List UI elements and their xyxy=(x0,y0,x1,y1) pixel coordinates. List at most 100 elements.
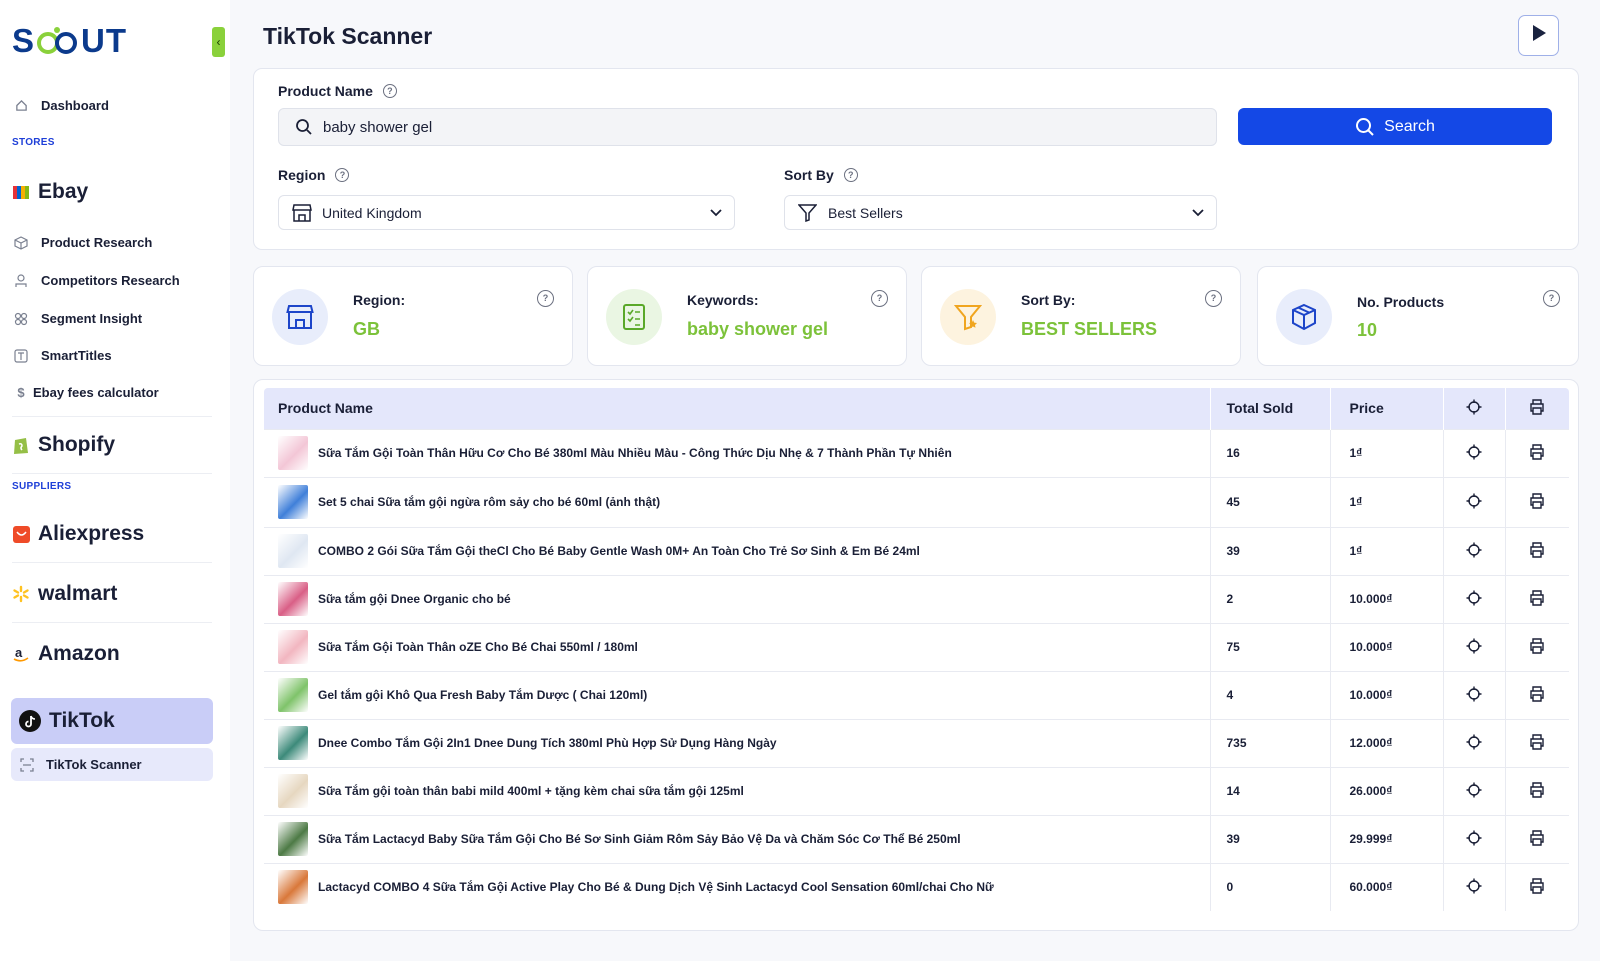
nav-tiktok-scanner[interactable]: TikTok Scanner xyxy=(11,748,213,781)
product-name-cell[interactable]: COMBO 2 Gói Sữa Tắm Gội theCl Cho Bé Bab… xyxy=(264,526,1211,575)
nav-product-research[interactable]: Product Research xyxy=(14,235,152,250)
print-button[interactable] xyxy=(1505,428,1569,477)
table-row[interactable]: Sữa tắm gội Dnee Organic cho bé 2 10.000₫ xyxy=(264,574,1569,623)
col-product-name[interactable]: Product Name xyxy=(264,388,1211,429)
print-button[interactable] xyxy=(1505,476,1569,527)
supplier-aliexpress[interactable]: Aliexpress xyxy=(12,522,144,546)
product-thumbnail[interactable] xyxy=(278,630,308,664)
store-ebay[interactable]: Ebay xyxy=(12,180,88,204)
stat-keywords-label: Keywords: xyxy=(687,292,759,308)
product-name-cell[interactable]: Sữa Tắm Gội Toàn Thân Hữu Cơ Cho Bé 380m… xyxy=(264,428,1211,477)
stat-card-sort-by: Sort By: BEST SELLERS ? xyxy=(921,266,1241,366)
play-button[interactable] xyxy=(1518,15,1559,56)
help-icon[interactable]: ? xyxy=(871,289,888,307)
nav-product-research-label: Product Research xyxy=(41,235,153,250)
price-cell: 10.000₫ xyxy=(1330,574,1444,623)
table-row[interactable]: Sữa Tắm Gội Toàn Thân Hữu Cơ Cho Bé 380m… xyxy=(264,428,1569,477)
print-button[interactable] xyxy=(1505,766,1569,815)
nav-smarttitles[interactable]: SmartTitles xyxy=(14,348,112,363)
product-thumbnail[interactable] xyxy=(278,870,308,905)
total-sold-cell: 2 xyxy=(1210,574,1331,623)
help-icon[interactable]: ? xyxy=(537,289,554,307)
product-name-cell[interactable]: Sữa tắm gội Dnee Organic cho bé xyxy=(264,574,1211,623)
product-name-cell[interactable]: Sữa Tắm Gội Toàn Thân oZE Cho Bé Chai 55… xyxy=(264,622,1211,671)
product-thumbnail[interactable] xyxy=(278,774,308,808)
nav-dashboard[interactable]: Dashboard xyxy=(14,98,109,113)
product-thumbnail[interactable] xyxy=(278,822,308,856)
crosshair-icon xyxy=(1466,734,1482,750)
print-button[interactable] xyxy=(1505,670,1569,719)
collapse-sidebar-button[interactable]: ‹ xyxy=(212,27,225,57)
supplier-walmart[interactable]: walmart xyxy=(12,582,117,606)
table-row[interactable]: Sữa Tắm gội toàn thân babi mild 400ml + … xyxy=(264,766,1569,815)
locate-button[interactable] xyxy=(1443,526,1506,575)
table-row[interactable]: Sữa Tắm Lactacyd Baby Sữa Tắm Gội Cho Bé… xyxy=(264,814,1569,863)
locate-button[interactable] xyxy=(1443,476,1506,527)
nav-ebay-fees-calculator[interactable]: $ Ebay fees calculator xyxy=(14,385,158,400)
stat-sort-label: Sort By: xyxy=(1021,292,1076,308)
nav-segment-insight[interactable]: Segment Insight xyxy=(14,311,142,326)
scout-logo[interactable]: S UT xyxy=(12,18,127,64)
locate-button[interactable] xyxy=(1443,574,1506,623)
print-button[interactable] xyxy=(1505,622,1569,671)
col-price[interactable]: Price xyxy=(1330,388,1444,429)
locate-button[interactable] xyxy=(1443,718,1506,767)
print-button[interactable] xyxy=(1505,526,1569,575)
nav-competitors-research[interactable]: Competitors Research xyxy=(14,273,180,288)
print-button[interactable] xyxy=(1505,814,1569,863)
table-row[interactable]: Gel tắm gội Khô Qua Fresh Baby Tắm Dược … xyxy=(264,670,1569,719)
locate-button[interactable] xyxy=(1443,814,1506,863)
price-cell: 12.000₫ xyxy=(1330,718,1444,767)
product-name-cell[interactable]: Set 5 chai Sữa tắm gội ngừa rôm sảy cho … xyxy=(264,476,1211,527)
nav-tiktok[interactable]: TikTok xyxy=(11,698,213,744)
locate-button[interactable] xyxy=(1443,766,1506,815)
table-row[interactable]: COMBO 2 Gói Sữa Tắm Gội theCl Cho Bé Bab… xyxy=(264,526,1569,575)
help-icon[interactable]: ? xyxy=(1205,289,1222,307)
region-select[interactable]: United Kingdom xyxy=(278,195,735,230)
search-button[interactable]: Search xyxy=(1238,108,1552,145)
table-row[interactable]: Dnee Combo Tắm Gội 2In1 Dnee Dung Tích 3… xyxy=(264,718,1569,767)
product-thumbnail[interactable] xyxy=(278,485,308,519)
print-button[interactable] xyxy=(1505,718,1569,767)
product-name-input[interactable]: baby shower gel xyxy=(278,108,1217,146)
stat-products-value: 10 xyxy=(1357,320,1378,340)
printer-icon xyxy=(1529,589,1545,606)
stat-region-label: Region: xyxy=(353,292,406,308)
product-name-text: Dnee Combo Tắm Gội 2In1 Dnee Dung Tích 3… xyxy=(318,736,777,750)
printer-icon xyxy=(1529,733,1545,750)
table-row[interactable]: Set 5 chai Sữa tắm gội ngừa rôm sảy cho … xyxy=(264,476,1569,527)
sort-by-select[interactable]: Best Sellers xyxy=(784,195,1217,230)
table-row[interactable]: Lactacyd COMBO 4 Sữa Tắm Gội Active Play… xyxy=(264,862,1569,911)
product-name-cell[interactable]: Dnee Combo Tắm Gội 2In1 Dnee Dung Tích 3… xyxy=(264,718,1211,767)
box-icon xyxy=(1276,289,1332,345)
supplier-amazon[interactable]: a Amazon xyxy=(12,642,120,666)
product-thumbnail[interactable] xyxy=(278,436,308,470)
help-icon[interactable]: ? xyxy=(382,84,397,98)
product-name-label: Product Name? xyxy=(278,83,397,99)
help-icon[interactable]: ? xyxy=(843,168,858,182)
print-button[interactable] xyxy=(1505,862,1569,911)
locate-button[interactable] xyxy=(1443,622,1506,671)
help-icon[interactable]: ? xyxy=(1543,289,1560,307)
product-thumbnail[interactable] xyxy=(278,582,308,616)
product-name-cell[interactable]: Sữa Tắm gội toàn thân babi mild 400ml + … xyxy=(264,766,1211,815)
help-icon[interactable]: ? xyxy=(335,168,350,182)
price-cell: 1₫ xyxy=(1330,526,1444,575)
product-name-text: COMBO 2 Gói Sữa Tắm Gội theCl Cho Bé Bab… xyxy=(318,544,920,558)
total-sold-cell: 16 xyxy=(1210,428,1331,477)
table-row[interactable]: Sữa Tắm Gội Toàn Thân oZE Cho Bé Chai 55… xyxy=(264,622,1569,671)
print-button[interactable] xyxy=(1505,574,1569,623)
locate-button[interactable] xyxy=(1443,862,1506,911)
product-thumbnail[interactable] xyxy=(278,678,308,712)
total-sold-cell: 39 xyxy=(1210,526,1331,575)
product-thumbnail[interactable] xyxy=(278,534,308,568)
store-shopify[interactable]: Shopify xyxy=(12,433,115,457)
product-name-cell[interactable]: Gel tắm gội Khô Qua Fresh Baby Tắm Dược … xyxy=(264,670,1211,719)
product-name-cell[interactable]: Sữa Tắm Lactacyd Baby Sữa Tắm Gội Cho Bé… xyxy=(264,814,1211,863)
product-name-cell[interactable]: Lactacyd COMBO 4 Sữa Tắm Gội Active Play… xyxy=(264,862,1211,911)
locate-button[interactable] xyxy=(1443,670,1506,719)
locate-button[interactable] xyxy=(1443,428,1506,477)
col-total-sold[interactable]: Total Sold xyxy=(1210,388,1331,429)
product-name-text: Sữa tắm gội Dnee Organic cho bé xyxy=(318,592,511,606)
product-thumbnail[interactable] xyxy=(278,726,308,760)
